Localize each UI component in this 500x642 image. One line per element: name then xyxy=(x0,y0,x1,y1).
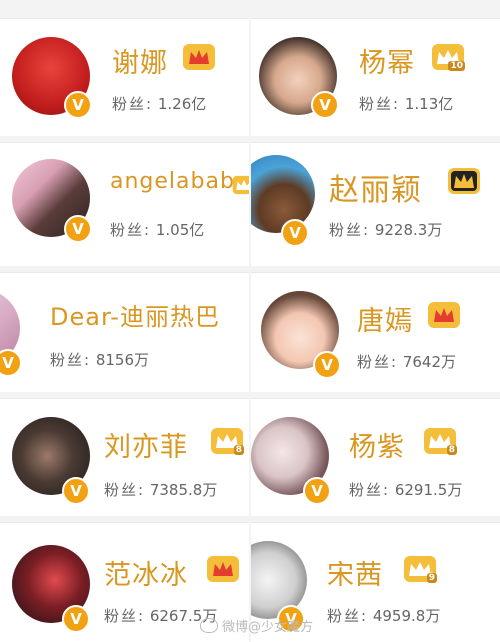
profile-card[interactable]: V 杨紫 8 粉丝: 6291.5万 xyxy=(251,398,500,516)
fans-count: 粉丝: 6291.5万 xyxy=(349,481,463,499)
verified-badge-icon: V xyxy=(0,349,22,377)
profile-name: 谢娜 xyxy=(112,48,168,79)
vip-level: 10 xyxy=(448,61,465,71)
profile-name: Dear-迪丽热巴 xyxy=(50,303,220,331)
vip-crown-icon: 8 xyxy=(210,427,244,455)
profile-name: angelababy xyxy=(110,169,249,194)
profile-card[interactable]: V 刘亦菲 8 粉丝: 7385.8万 xyxy=(0,398,249,516)
fans-count: 粉丝: 8156万 xyxy=(50,351,150,369)
profile-name: 宋茜 xyxy=(327,560,383,591)
fans-count: 粉丝: 7642万 xyxy=(357,353,457,371)
profile-card[interactable]: V 赵丽颖 粉丝: 9228.3万 xyxy=(251,142,500,266)
watermark: 微博@少女魔方 xyxy=(200,616,313,635)
vip-crown-icon: 8 xyxy=(423,427,457,455)
vip-crown-icon: 10 xyxy=(431,43,465,71)
profile-card[interactable]: V angelababy 粉丝: 1.05亿 xyxy=(0,142,249,266)
vip-crown-icon: 9 xyxy=(403,555,437,583)
vip-crown-icon xyxy=(427,301,461,329)
vip-crown-icon xyxy=(206,555,240,583)
profile-name: 范冰冰 xyxy=(104,560,188,591)
vip-crown-icon xyxy=(232,171,249,199)
profile-name: 杨幂 xyxy=(359,48,415,79)
vip-crown-icon xyxy=(182,43,216,71)
fans-count: 粉丝: 7385.8万 xyxy=(104,481,218,499)
verified-badge-icon: V xyxy=(62,477,90,505)
verified-badge-icon: V xyxy=(281,219,309,247)
profile-name: 唐嫣 xyxy=(357,306,413,337)
weibo-icon xyxy=(200,618,218,633)
profile-name: 杨紫 xyxy=(349,432,405,463)
profile-card[interactable]: V 谢娜 粉丝: 1.26亿 xyxy=(0,18,249,136)
celebrity-grid: V 谢娜 粉丝: 1.26亿 V 杨幂 10 粉丝: 1.13亿 V angel… xyxy=(0,0,500,642)
verified-badge-icon: V xyxy=(62,605,90,633)
verified-badge-icon: V xyxy=(303,477,331,505)
fans-count: 粉丝: 1.26亿 xyxy=(112,95,207,113)
profile-name: 赵丽颖 xyxy=(329,173,422,208)
vip-crown-icon xyxy=(447,167,481,195)
verified-badge-icon: V xyxy=(64,215,92,243)
profile-card[interactable]: V Dear-迪丽热巴 粉丝: 8156万 xyxy=(0,272,249,392)
vip-level: 9 xyxy=(426,573,437,583)
avatar[interactable] xyxy=(251,155,315,233)
fans-count: 粉丝: 1.13亿 xyxy=(359,95,454,113)
profile-card[interactable]: V 唐嫣 粉丝: 7642万 xyxy=(251,272,500,392)
profile-name: 刘亦菲 xyxy=(104,432,188,463)
vip-level: 8 xyxy=(446,445,457,455)
vip-level: 8 xyxy=(233,445,244,455)
fans-count: 粉丝: 1.05亿 xyxy=(110,221,205,239)
verified-badge-icon: V xyxy=(64,91,92,119)
fans-count: 粉丝: 4959.8万 xyxy=(327,607,441,625)
profile-card[interactable]: V 杨幂 10 粉丝: 1.13亿 xyxy=(251,18,500,136)
verified-badge-icon: V xyxy=(313,351,341,379)
verified-badge-icon: V xyxy=(311,91,339,119)
fans-count: 粉丝: 9228.3万 xyxy=(329,221,443,239)
